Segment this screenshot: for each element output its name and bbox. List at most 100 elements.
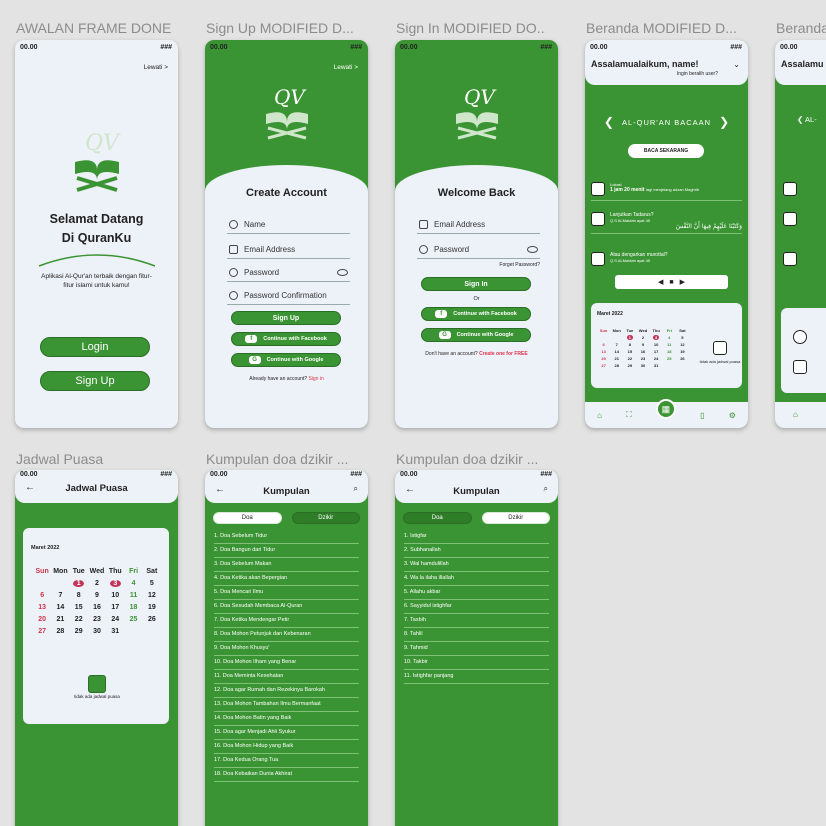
listen-murottal[interactable]: Atau dengarkan murottal? Q.S Al-Maidah ay… <box>591 252 742 266</box>
list-item[interactable]: 3. Wal hamdulillah <box>404 558 549 572</box>
calendar-icon[interactable] <box>793 360 807 374</box>
continue-reading[interactable]: Lanjutkan Tadarus? Q.S Al-Maidah ayat 45 و… <box>591 212 742 234</box>
mosque-icon[interactable] <box>793 330 807 344</box>
facebook-button[interactable]: f Continue with Facebook <box>231 332 341 346</box>
calendar-date[interactable]: 13 <box>33 604 51 611</box>
calendar-date[interactable]: 11 <box>124 592 142 599</box>
tab-dzikir[interactable]: Dzikir <box>291 512 360 524</box>
calendar-date[interactable]: 8 <box>623 342 636 347</box>
calendar-date[interactable]: 30 <box>88 628 106 635</box>
calendar-date[interactable]: 23 <box>88 616 106 623</box>
calendar-date[interactable]: 11 <box>663 342 676 347</box>
calendar-date[interactable]: 17 <box>106 604 124 611</box>
prev-icon[interactable]: ◀ <box>658 278 663 286</box>
calendar-date[interactable]: 24 <box>106 616 124 623</box>
login-button[interactable]: Login <box>40 337 150 357</box>
list-item[interactable]: 2. Doa Bangun dari Tidur <box>214 544 359 558</box>
calendar-date[interactable]: 22 <box>623 356 636 361</box>
stop-icon[interactable]: ■ <box>669 279 673 286</box>
frame-label[interactable]: Kumpulan doa dzikir ... <box>206 451 356 467</box>
calendar-date[interactable]: 30 <box>636 363 649 368</box>
calendar-date[interactable]: 27 <box>597 363 610 368</box>
frame-label[interactable]: Beranda <box>776 20 826 36</box>
calendar-date[interactable]: 19 <box>676 349 689 354</box>
list-item[interactable]: 4. Doa Ketika akan Bepergian <box>214 572 359 586</box>
frame-label[interactable]: Sign In MODIFIED DO... <box>396 20 546 36</box>
skip-link[interactable]: Lewati > <box>334 64 358 71</box>
calendar-date[interactable]: 7 <box>610 342 623 347</box>
password-field[interactable]: Password <box>227 265 350 282</box>
calendar-date[interactable]: 28 <box>610 363 623 368</box>
facebook-button[interactable]: f Continue with Facebook <box>421 307 531 321</box>
switch-user-link[interactable]: Ingin beralih user? <box>677 71 718 77</box>
list-item[interactable]: 5. Doa Mencari Ilmu <box>214 586 359 600</box>
google-button[interactable]: G Continue with Google <box>421 328 531 342</box>
list-item[interactable]: 16. Doa Mohon Hidup yang Baik <box>214 740 359 754</box>
calendar-date[interactable]: 12 <box>676 342 689 347</box>
calendar-date[interactable]: 18 <box>663 349 676 354</box>
calendar-date[interactable]: 19 <box>143 604 161 611</box>
signup-button[interactable]: Sign Up <box>40 371 150 391</box>
eye-icon[interactable] <box>527 246 538 253</box>
list-item[interactable]: 9. Doa Mohon Khusyu' <box>214 642 359 656</box>
list-item[interactable]: 3. Doa Sebelum Makan <box>214 558 359 572</box>
calendar-date[interactable]: 20 <box>33 616 51 623</box>
frame-label[interactable]: AWALAN FRAME DONE <box>16 20 196 36</box>
calendar-date[interactable]: 25 <box>663 356 676 361</box>
calendar-date[interactable]: 14 <box>51 604 69 611</box>
password-field[interactable]: Password <box>417 242 540 259</box>
tab-dzikir[interactable]: Dzikir <box>481 512 550 524</box>
calendar-date[interactable]: 9 <box>88 592 106 599</box>
tab-doa[interactable]: Doa <box>403 512 472 524</box>
calendar-date[interactable]: 2 <box>636 335 649 340</box>
frame-label[interactable]: Sign Up MODIFIED D... <box>206 20 356 36</box>
list-item[interactable]: 1. Doa Sebelum Tidur <box>214 530 359 544</box>
audio-player[interactable]: ◀ ■ ▶ <box>615 275 728 289</box>
calendar-date[interactable]: 20 <box>597 356 610 361</box>
calendar-date[interactable]: 9 <box>636 342 649 347</box>
calendar-date[interactable]: 7 <box>51 592 69 599</box>
calendar-date[interactable]: 1 <box>626 335 634 340</box>
calendar-date[interactable]: 24 <box>650 356 663 361</box>
next-icon[interactable]: ▶ <box>680 278 685 286</box>
calendar-date[interactable]: 26 <box>143 616 161 623</box>
calendar-date[interactable]: 31 <box>106 628 124 635</box>
signup-link[interactable]: Create one for FREE <box>479 351 528 357</box>
quran-banner[interactable]: ❮ AL- <box>797 115 817 124</box>
read-now-button[interactable]: BACA SEKARANG <box>628 144 704 158</box>
search-icon[interactable]: ⌕ <box>354 484 358 494</box>
calendar-date[interactable]: 8 <box>70 592 88 599</box>
list-item[interactable]: 2. Subhanallah <box>404 544 549 558</box>
list-item[interactable]: 8. Doa Mohon Petunjuk dan Kebenaran <box>214 628 359 642</box>
calendar-date[interactable]: 6 <box>33 592 51 599</box>
bookmark-icon[interactable]: ▯ <box>700 411 704 420</box>
list-item[interactable]: 6. Sayyidul istighfar <box>404 600 549 614</box>
frame-label[interactable]: Kumpulan doa dzikir ... <box>396 451 546 467</box>
calendar-date[interactable]: 10 <box>106 592 124 599</box>
calendar-date[interactable]: 23 <box>636 356 649 361</box>
calendar-date[interactable]: 22 <box>70 616 88 623</box>
signin-link[interactable]: Sign in <box>308 376 323 382</box>
google-button[interactable]: G Continue with Google <box>231 353 341 367</box>
list-item[interactable]: 8. Tahlil <box>404 628 549 642</box>
eye-icon[interactable] <box>337 269 348 276</box>
calendar-date[interactable]: 21 <box>610 356 623 361</box>
calendar-date[interactable]: 28 <box>51 628 69 635</box>
calendar-date[interactable]: 3 <box>109 580 121 587</box>
list-item[interactable]: 7. Tasbih <box>404 614 549 628</box>
email-field[interactable]: Email Address <box>417 217 540 234</box>
calendar-month[interactable]: Maret 2022 <box>597 311 742 317</box>
list-item[interactable]: 10. Takbir <box>404 656 549 670</box>
list-item[interactable]: 1. Istigfar <box>404 530 549 544</box>
signin-submit-button[interactable]: Sign In <box>421 277 531 291</box>
calendar-date[interactable]: 5 <box>676 335 689 340</box>
list-item[interactable]: 12. Doa agar Rumah dan Rezekinya Barokah <box>214 684 359 698</box>
list-item[interactable]: 18. Doa Kebaikan Dunia Akhirat <box>214 768 359 782</box>
list-item[interactable]: 14. Doa Mohon Batin yang Baik <box>214 712 359 726</box>
chevron-down-icon[interactable]: ⌄ <box>733 60 740 69</box>
list-item[interactable]: 11. Istighfar panjang <box>404 670 549 684</box>
calendar-date[interactable]: 16 <box>636 349 649 354</box>
calendar-date[interactable]: 2 <box>88 580 106 587</box>
home-icon[interactable]: ⌂ <box>793 410 798 419</box>
quran-banner[interactable]: ❮ AL-QUR'AN BACAAN ❯ <box>585 115 748 129</box>
